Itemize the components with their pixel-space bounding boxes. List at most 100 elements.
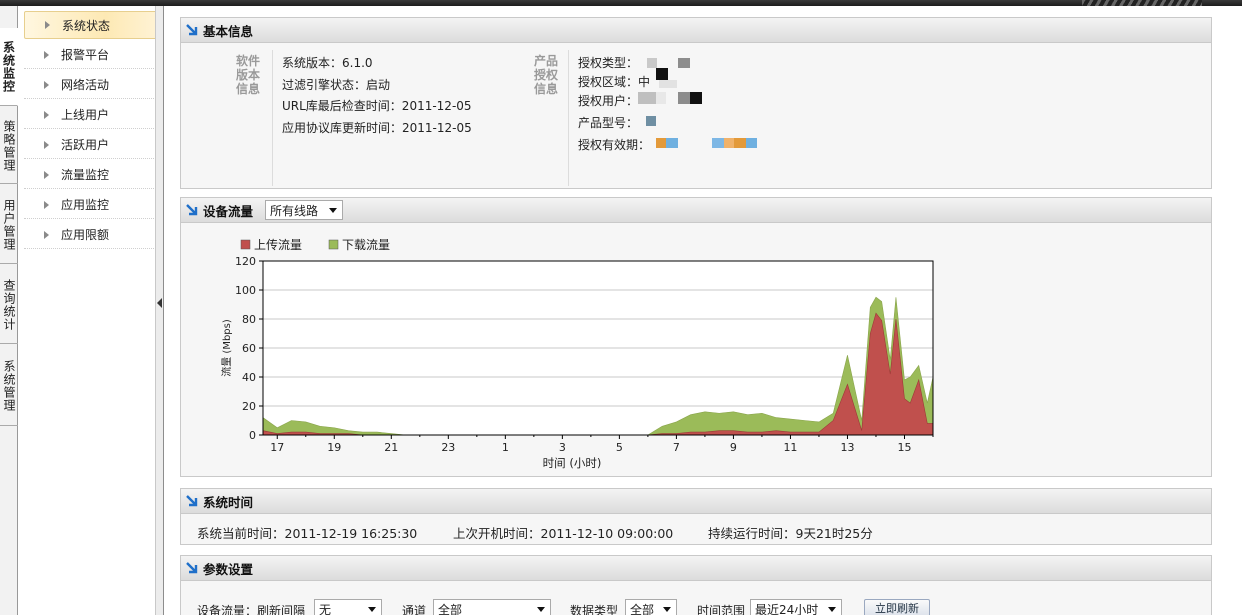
y-tick-label: 60 [242,342,256,355]
sidebar-item-app-monitor[interactable]: 应用监控 [24,191,160,219]
tab-policy-management[interactable]: 策略管理 [0,108,18,184]
y-axis-label: 流量 (Mbps) [220,319,233,377]
arrow-corner-icon [186,562,198,574]
x-tick-label: 5 [616,441,623,454]
chevron-right-icon [44,200,49,209]
module-tabs: 系统监控 策略管理 用户管理 查询统计 系统管理 [0,6,18,615]
sidebar-item-label: 应用监控 [61,198,110,212]
panel-header: 基本信息 [181,18,1211,43]
divider [568,50,569,186]
sidebar-item-label: 系统状态 [62,18,111,33]
tab-label: 查询统计 [2,278,16,331]
tab-system-monitor[interactable]: 系统监控 [0,28,18,106]
x-tick-label: 23 [441,441,455,454]
params-panel: 参数设置 设备流量：刷新间隔 无 通道 全部 数据类型 全部 时间范围 最近24… [180,555,1212,615]
redacted-block [656,68,668,80]
line-select-value: 所有线路 [270,203,319,218]
x-tick-label: 21 [384,441,398,454]
collapse-arrow-icon[interactable] [157,298,162,308]
tab-system-management[interactable]: 系统管理 [0,346,18,426]
channel-select[interactable]: 全部 [433,599,551,615]
sidebar-item-system-status[interactable]: 系统状态 [24,11,160,39]
panel-title: 设备流量 [203,203,254,219]
range-label: 时间范围 [697,604,746,615]
sidebar-item-label: 应用限额 [61,228,110,242]
device-traffic-panel: 设备流量 所有线路 0 20 40 60 80 100 120 17 19 21 23 1 3 5 7 9 11… [180,197,1212,477]
arrow-corner-icon [186,24,198,36]
redacted-block [690,92,702,104]
x-tick-label: 1 [502,441,509,454]
chevron-down-icon [663,607,671,612]
redacted-block [638,92,656,104]
sidebar: 系统状态 报警平台 网络活动 上线用户 活跃用户 流量监控 应用监控 应用限额 [18,6,163,615]
tab-user-management[interactable]: 用户管理 [0,186,18,264]
redacted-block [678,58,690,68]
sidebar-item-online-users[interactable]: 上线用户 [24,101,160,129]
license-users: 授权用户： [578,94,639,108]
url-db-check-time: URL库最后检查时间：2011-12-05 [282,99,472,113]
sidebar-item-network-activity[interactable]: 网络活动 [24,71,160,99]
redacted-block [666,138,678,148]
protocol-db-update-time: 应用协议库更新时间：2011-12-05 [282,121,472,135]
interval-select[interactable]: 无 [314,599,382,615]
top-bar-decoration [1082,0,1202,6]
chevron-right-icon [44,110,49,119]
sidebar-item-active-users[interactable]: 活跃用户 [24,131,160,159]
traffic-interval-label: 设备流量：刷新间隔 [197,604,306,615]
redacted-block [659,80,677,88]
system-version: 系统版本：6.1.0 [282,56,373,70]
panel-header: 系统时间 [181,489,1211,514]
x-tick-label: 13 [840,441,854,454]
redacted-block [647,58,657,68]
chevron-down-icon [368,607,376,612]
redacted-block [712,138,724,148]
tab-query-statistics[interactable]: 查询统计 [0,266,18,344]
x-tick-label: 11 [783,441,797,454]
x-tick-label: 19 [327,441,341,454]
y-tick-label: 40 [242,371,256,384]
datatype-label: 数据类型 [570,604,619,615]
software-info-label: 软件版本信息 [235,54,260,96]
chevron-right-icon [44,230,49,239]
current-time: 系统当前时间：2011-12-19 16:25:30 [197,526,418,541]
last-boot-time: 上次开机时间：2011-12-10 09:00:00 [453,526,674,541]
y-tick-label: 0 [249,429,256,442]
top-bar [0,0,1242,6]
redacted-block [656,138,666,148]
traffic-chart: 02040608010012017 19 21 23 1 3 5 7 9 11 13 15时间 (小时… [220,237,934,470]
chevron-down-icon [828,607,836,612]
refresh-now-button[interactable]: 立即刷新 [864,599,930,615]
x-tick-label: 15 [897,441,911,454]
channel-label: 通道 [402,604,427,615]
app-window: 系统监控 策略管理 用户管理 查询统计 系统管理 系统状态 报警平台 网络活动 … [0,0,1242,615]
legend-swatch-download [328,239,339,250]
product-info-label: 产品授权信息 [533,54,558,96]
legend-label-upload: 上传流量 [254,237,302,252]
redacted-block [734,138,746,148]
sidebar-item-app-quota[interactable]: 应用限额 [24,221,160,249]
x-tick-label: 17 [270,441,284,454]
chevron-right-icon [44,140,49,149]
redacted-block [656,92,666,104]
y-tick-label: 100 [235,284,256,297]
sidebar-item-alarm-platform[interactable]: 报警平台 [24,41,160,69]
x-tick-label: 9 [730,441,737,454]
tab-label: 策略管理 [2,119,16,172]
channel-select-value: 全部 [438,602,463,615]
sidebar-item-label: 上线用户 [61,108,110,122]
range-select[interactable]: 最近24小时 [750,599,842,615]
panel-title: 参数设置 [203,561,254,577]
datatype-select[interactable]: 全部 [625,599,677,615]
x-tick-label: 7 [673,441,680,454]
line-select[interactable]: 所有线路 [265,200,343,220]
sidebar-splitter[interactable] [155,6,164,615]
sidebar-item-label: 活跃用户 [61,138,110,152]
sidebar-item-traffic-monitor[interactable]: 流量监控 [24,161,160,189]
panel-header: 参数设置 [181,556,1211,581]
panel-title: 系统时间 [203,494,254,510]
y-tick-label: 120 [235,255,256,268]
product-model: 产品型号： [578,116,639,130]
tab-label: 用户管理 [2,198,16,251]
x-tick-label: 3 [559,441,566,454]
redacted-block [746,138,757,148]
